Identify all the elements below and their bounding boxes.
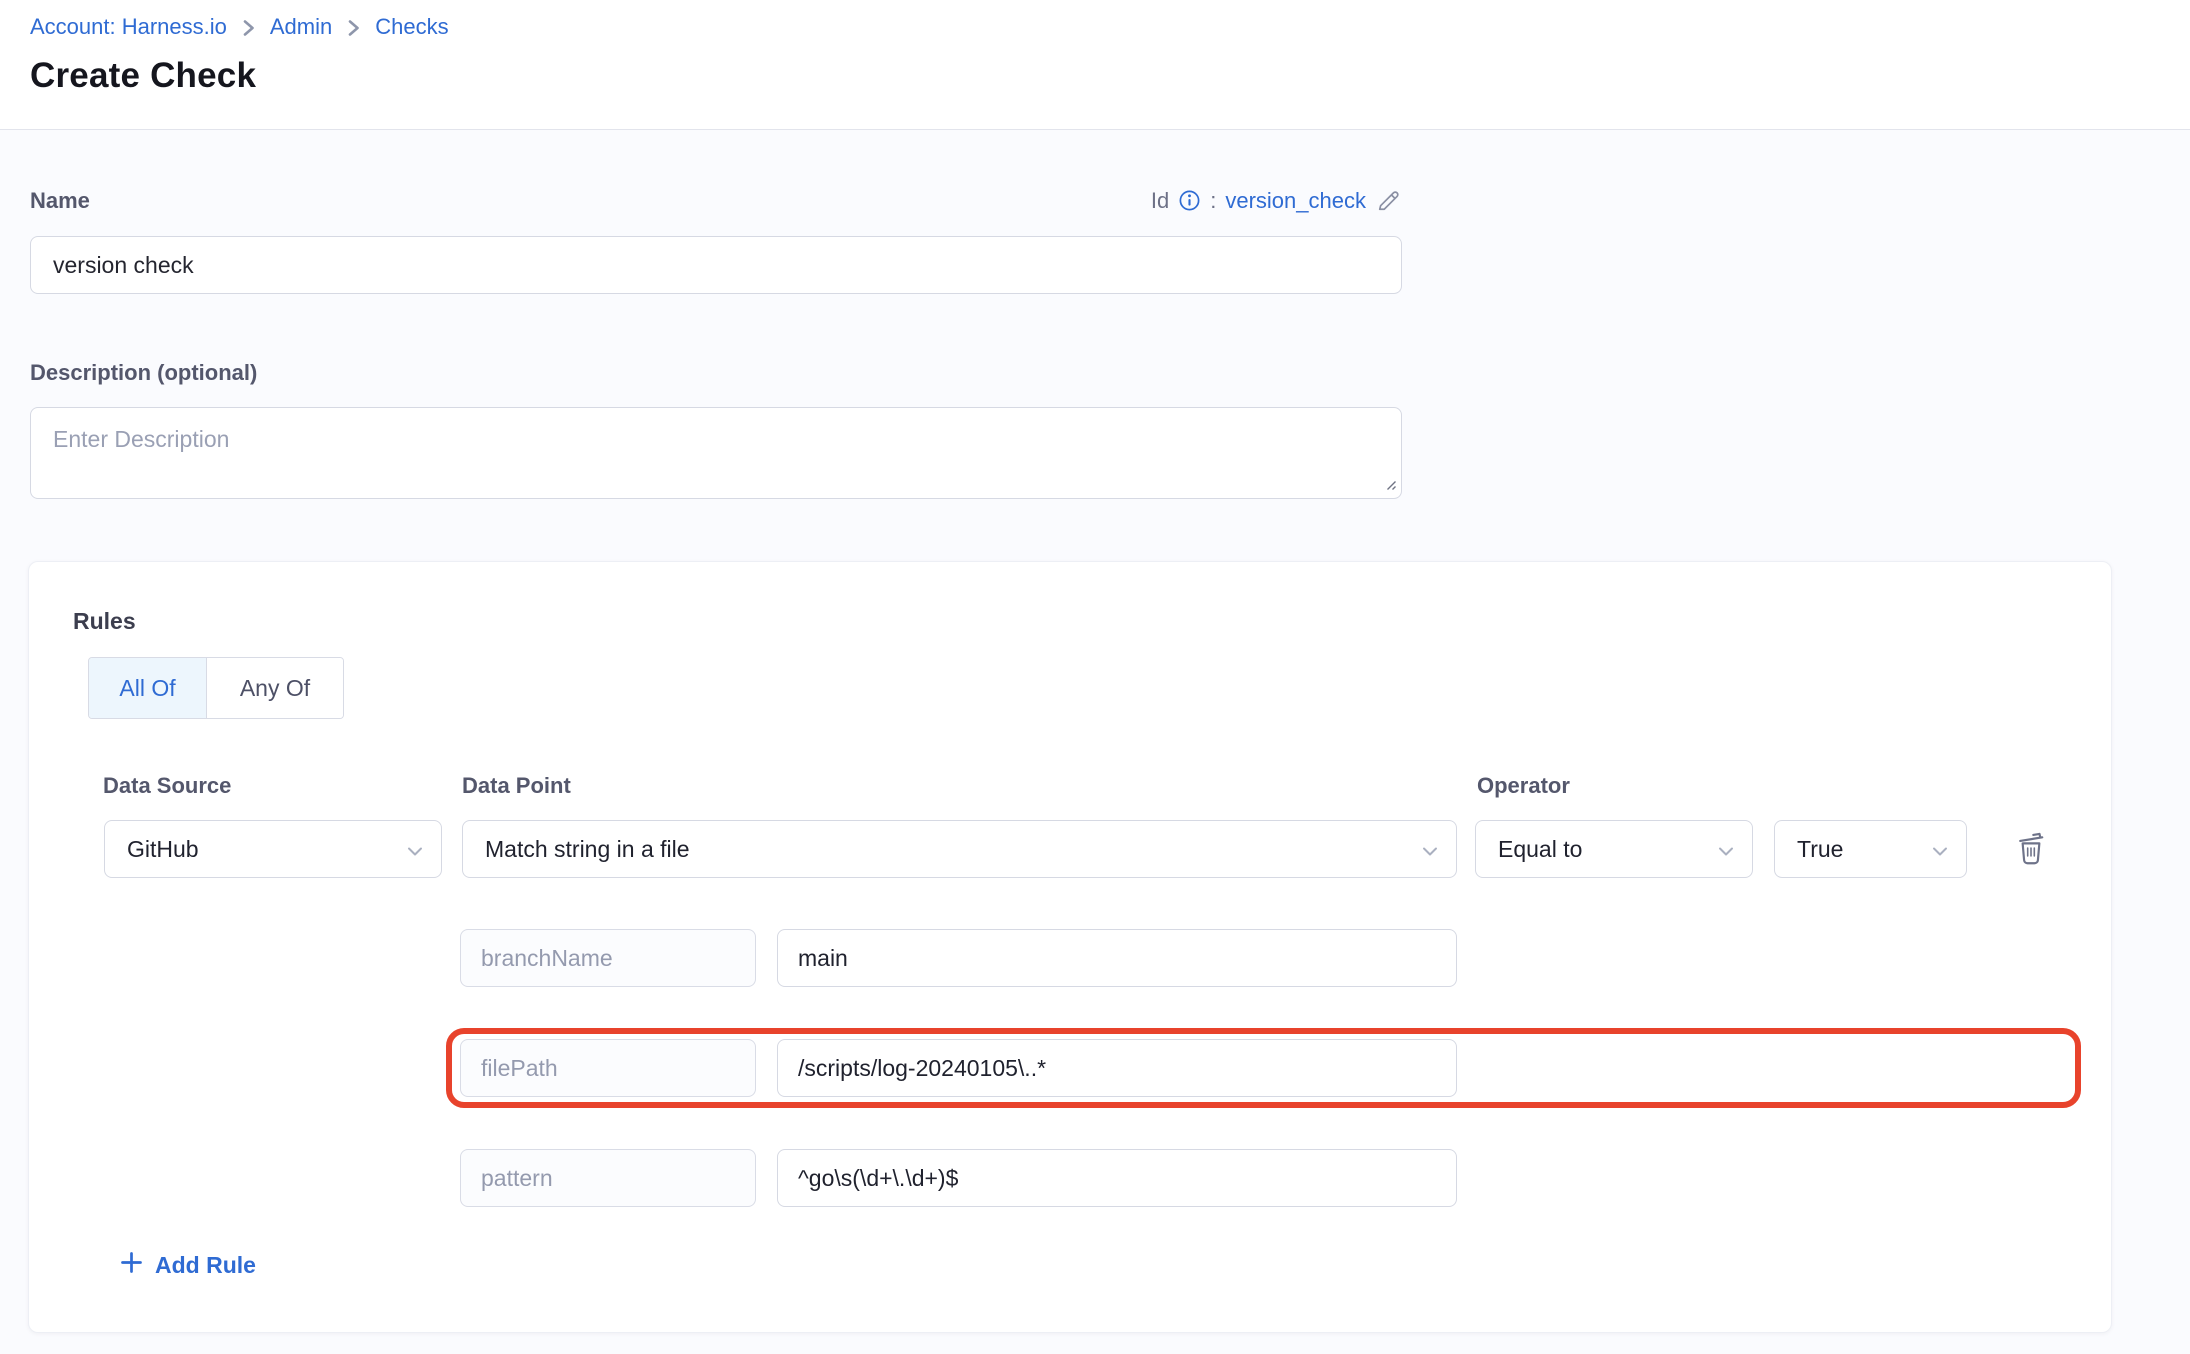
breadcrumb: Account: Harness.io Admin Checks: [30, 14, 2160, 40]
chevron-right-icon: [347, 16, 360, 38]
rules-section-label: Rules: [73, 608, 2067, 635]
add-rule-button[interactable]: Add Rule: [120, 1251, 256, 1280]
rule-row: GitHub Match string in a file Equal to T…: [104, 820, 2067, 878]
rule-column-labels: Data Source Data Point Operator: [73, 773, 2067, 799]
id-value-link[interactable]: version_check: [1225, 188, 1366, 214]
pattern-value-input[interactable]: [777, 1149, 1457, 1207]
operator-select[interactable]: Equal to: [1475, 820, 1753, 878]
description-label: Description (optional): [30, 360, 2160, 386]
filepath-value-input[interactable]: [777, 1039, 1457, 1097]
pattern-key-field: pattern: [460, 1149, 756, 1207]
data-source-value: GitHub: [127, 836, 199, 863]
resize-handle-icon[interactable]: [1382, 476, 1397, 496]
param-row-branchname: branchName: [460, 929, 2067, 987]
chevron-down-icon: [407, 836, 423, 863]
rules-card: Rules All Of Any Of Data Source Data Poi…: [28, 561, 2112, 1333]
chevron-down-icon: [1718, 836, 1734, 863]
data-point-value: Match string in a file: [485, 836, 690, 863]
operator-label: Operator: [1477, 773, 1570, 799]
data-point-label: Data Point: [462, 773, 571, 799]
add-rule-label: Add Rule: [155, 1252, 256, 1279]
any-of-button[interactable]: Any Of: [206, 658, 343, 718]
filepath-key-field: filePath: [460, 1039, 756, 1097]
id-row: Id : version_check: [1151, 187, 1402, 214]
param-row-filepath: filePath: [460, 1039, 2067, 1097]
edit-pencil-icon[interactable]: [1375, 187, 1402, 214]
page-title: Create Check: [30, 56, 2160, 96]
rules-match-toggle: All Of Any Of: [88, 657, 344, 719]
operator-boolean-text: True: [1797, 836, 1843, 863]
delete-rule-button[interactable]: [2015, 830, 2047, 869]
breadcrumb-link-admin[interactable]: Admin: [270, 14, 332, 40]
name-input[interactable]: [30, 236, 1402, 294]
branchname-key-field: branchName: [460, 929, 756, 987]
data-source-select[interactable]: GitHub: [104, 820, 442, 878]
id-label: Id: [1151, 188, 1169, 214]
data-source-label: Data Source: [103, 773, 231, 799]
chevron-down-icon: [1422, 836, 1438, 863]
operator-boolean-select[interactable]: True: [1774, 820, 1967, 878]
param-row-pattern: pattern: [460, 1149, 2067, 1207]
page-header: Account: Harness.io Admin Checks Create …: [0, 0, 2190, 130]
description-textarea[interactable]: [30, 407, 1402, 499]
data-point-select[interactable]: Match string in a file: [462, 820, 1457, 878]
operator-value-text: Equal to: [1498, 836, 1582, 863]
trash-icon: [2015, 830, 2047, 869]
chevron-right-icon: [242, 16, 255, 38]
id-separator: :: [1210, 188, 1216, 214]
rule-params: branchName filePath pattern: [460, 929, 2067, 1207]
branchname-value-input[interactable]: [777, 929, 1457, 987]
plus-icon: [120, 1251, 143, 1280]
main-content: Name Id : version_check Description (opt…: [0, 187, 2190, 1333]
breadcrumb-link-account[interactable]: Account: Harness.io: [30, 14, 227, 40]
all-of-button[interactable]: All Of: [89, 658, 206, 718]
breadcrumb-link-checks[interactable]: Checks: [375, 14, 448, 40]
name-label: Name: [30, 188, 90, 214]
chevron-down-icon: [1932, 836, 1948, 863]
info-icon[interactable]: [1178, 189, 1201, 212]
